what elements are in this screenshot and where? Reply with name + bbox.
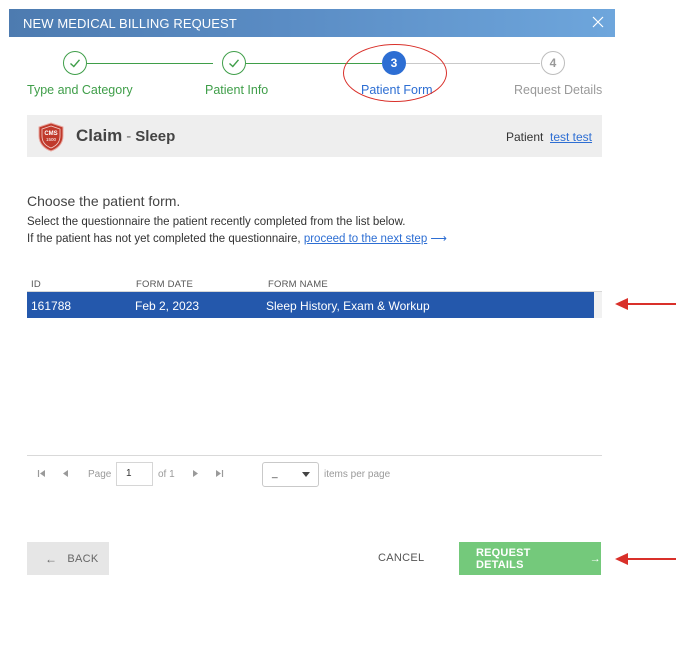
step-label-request-details[interactable]: Request Details xyxy=(514,83,602,97)
close-icon[interactable] xyxy=(590,14,606,30)
claim-header: CMS 1500 Claim - Sleep Patient test test xyxy=(27,115,602,157)
previous-page-icon[interactable] xyxy=(61,469,69,478)
items-per-page-value: _ xyxy=(272,468,278,479)
claim-title: Claim - Sleep xyxy=(76,126,175,146)
claim-separator: - xyxy=(126,128,132,145)
table-scrollbar[interactable] xyxy=(594,292,602,318)
pager-divider xyxy=(27,455,602,456)
step-connector xyxy=(87,63,213,64)
instruction-prefix: If the patient has not yet completed the… xyxy=(27,233,301,245)
cell-form-name: Sleep History, Exam & Workup xyxy=(266,299,430,313)
cell-form-date: Feb 2, 2023 xyxy=(135,299,200,313)
cell-id: 161788 xyxy=(31,299,72,313)
section-heading: Choose the patient form. xyxy=(27,193,181,209)
step-1-done-circle[interactable] xyxy=(63,51,87,75)
cancel-button[interactable]: CANCEL xyxy=(378,552,424,564)
request-details-button-label: REQUEST DETAILS xyxy=(476,546,531,571)
dialog-title: NEW MEDICAL BILLING REQUEST xyxy=(23,15,237,31)
arrow-right-icon: ⟶ xyxy=(430,233,447,245)
column-header-form-name[interactable]: FORM NAME xyxy=(268,279,328,290)
claim-type: Claim xyxy=(76,126,123,145)
last-page-icon[interactable] xyxy=(215,469,224,478)
cms-1500-shield-icon: CMS 1500 xyxy=(38,122,64,152)
instruction-text-next-step: If the patient has not yet completed the… xyxy=(27,231,447,245)
instruction-text: Select the questionnaire the patient rec… xyxy=(27,216,406,228)
check-icon xyxy=(229,59,240,68)
annotation-arrow-icon xyxy=(615,553,676,565)
column-header-id[interactable]: ID xyxy=(31,279,41,290)
patient-label: Patient xyxy=(506,130,544,144)
next-page-icon[interactable] xyxy=(192,469,200,478)
step-label-type-and-category[interactable]: Type and Category xyxy=(27,83,133,97)
back-button[interactable]: ← BACK xyxy=(27,542,109,575)
claim-category: Sleep xyxy=(135,128,176,145)
step-2-done-circle[interactable] xyxy=(222,51,246,75)
first-page-icon[interactable] xyxy=(37,469,46,478)
svg-text:1500: 1500 xyxy=(46,137,57,142)
page-label: Page xyxy=(88,469,112,480)
items-per-page-select[interactable]: _ xyxy=(262,462,319,487)
column-header-form-date[interactable]: FORM DATE xyxy=(136,279,193,290)
arrow-right-icon: → xyxy=(589,552,601,565)
annotation-arrow-icon xyxy=(615,298,676,310)
annotation-circle xyxy=(343,44,447,102)
proceed-next-step-link[interactable]: proceed to the next step xyxy=(304,233,427,245)
step-label-patient-info[interactable]: Patient Info xyxy=(205,83,268,97)
check-icon xyxy=(70,59,81,68)
arrow-left-icon: ← xyxy=(45,551,58,566)
request-details-button[interactable]: REQUEST DETAILS → xyxy=(459,542,601,575)
dialog-titlebar: NEW MEDICAL BILLING REQUEST xyxy=(9,9,615,37)
table-row-selected[interactable]: 161788 Feb 2, 2023 Sleep History, Exam &… xyxy=(27,292,594,318)
patient-name-link[interactable]: test test xyxy=(550,130,592,144)
page-number-input[interactable]: 1 xyxy=(116,462,153,486)
back-button-label: BACK xyxy=(67,552,99,565)
chevron-down-icon xyxy=(302,472,310,477)
page-count-label: of 1 xyxy=(158,469,175,480)
items-per-page-label: items per page xyxy=(324,469,391,480)
step-4-todo-circle[interactable]: 4 xyxy=(541,51,565,75)
